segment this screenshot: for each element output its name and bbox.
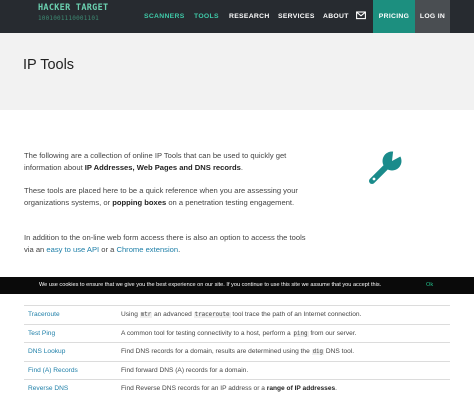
intro-text: . (178, 245, 181, 254)
chrome-extension-link[interactable]: Chrome extension (116, 245, 178, 254)
tool-link-find-a-records[interactable]: Find (A) Records (28, 362, 78, 379)
description-text: . (335, 385, 338, 393)
nav-tools[interactable]: TOOLS (194, 0, 219, 33)
code-snippet: ping (292, 330, 309, 337)
tool-link-reverse-dns[interactable]: Reverse DNS (28, 380, 68, 397)
page-hero: IP Tools (0, 33, 474, 110)
intro-text: . (240, 163, 243, 172)
intro-bold-text: popping boxes (112, 198, 167, 207)
intro-bold-text: IP Addresses, Web Pages and DNS records (84, 163, 241, 172)
description-text: A common tool for testing connectivity t… (121, 329, 293, 337)
logo-binary-text: 1001001110001101 (38, 15, 99, 22)
tool-description: Using mtr an advanced traceroute tool tr… (121, 306, 361, 324)
intro-paragraph-1: The following are a collection of online… (24, 150, 309, 174)
table-row: Find (A) Records Find forward DNS (A) re… (24, 360, 450, 380)
code-snippet: mtr (139, 312, 153, 318)
nav-scanners[interactable]: SCANNERS (144, 0, 185, 33)
intro-text: on a penetration testing engagement. (166, 198, 295, 207)
description-text: Find forward DNS (A) records for a domai… (121, 366, 249, 374)
intro-paragraph-2: These tools are placed here to be a quic… (24, 185, 309, 209)
code-snippet: traceroute (193, 312, 231, 318)
cookie-consent-banner: We use cookies to ensure that we give yo… (0, 277, 474, 294)
envelope-icon[interactable] (356, 11, 366, 20)
top-navigation-bar: HACKER TARGET 1001001110001101 SCANNERS … (0, 0, 474, 33)
tool-link-dns-lookup[interactable]: DNS Lookup (28, 343, 65, 360)
login-button[interactable]: LOG IN (415, 0, 450, 33)
logo-title: HACKER TARGET (38, 3, 109, 13)
table-row: Reverse DNS Find Reverse DNS records for… (24, 379, 450, 398)
tools-table: Traceroute Using mtr an advanced tracero… (24, 305, 450, 398)
tool-description: Find Reverse DNS records for an IP addre… (121, 380, 337, 397)
nav-services[interactable]: SERVICES (278, 0, 315, 33)
description-bold-text: range of IP addresses (266, 385, 336, 393)
table-row: DNS Lookup Find DNS records for a domain… (24, 342, 450, 361)
tool-link-traceroute[interactable]: Traceroute (28, 306, 60, 323)
description-text: DNS tool. (324, 348, 355, 356)
page-title: IP Tools (23, 57, 75, 73)
table-row: Test Ping A common tool for testing conn… (24, 323, 450, 343)
cookie-ok-button[interactable]: Ok (426, 277, 433, 294)
description-text: tool trace the path of an Internet conne… (230, 311, 362, 318)
tool-description: A common tool for testing connectivity t… (121, 325, 357, 343)
description-text: an advanced (152, 311, 194, 318)
description-text: Using (121, 311, 140, 318)
intro-text: or a (99, 245, 117, 254)
description-text: from our server. (308, 329, 357, 337)
hackertarget-logo[interactable]: HACKER TARGET 1001001110001101 (38, 3, 109, 29)
wrench-icon (369, 148, 405, 184)
tool-description: Find forward DNS (A) records for a domai… (121, 362, 248, 379)
description-text: Find DNS records for a domain, results a… (121, 348, 312, 356)
cookie-message: We use cookies to ensure that we give yo… (39, 282, 382, 288)
nav-research[interactable]: RESEARCH (229, 0, 270, 33)
api-link[interactable]: easy to use API (46, 245, 99, 254)
pricing-button[interactable]: PRICING (373, 0, 415, 33)
code-snippet: dig (311, 349, 325, 356)
table-row: Traceroute Using mtr an advanced tracero… (24, 305, 450, 324)
intro-paragraph-3: In addition to the on-line web form acce… (24, 232, 309, 256)
tool-link-test-ping[interactable]: Test Ping (28, 325, 55, 342)
description-text: Find Reverse DNS records for an IP addre… (121, 385, 267, 393)
tool-description: Find DNS records for a domain, results a… (121, 343, 354, 361)
nav-about[interactable]: ABOUT (323, 0, 349, 33)
